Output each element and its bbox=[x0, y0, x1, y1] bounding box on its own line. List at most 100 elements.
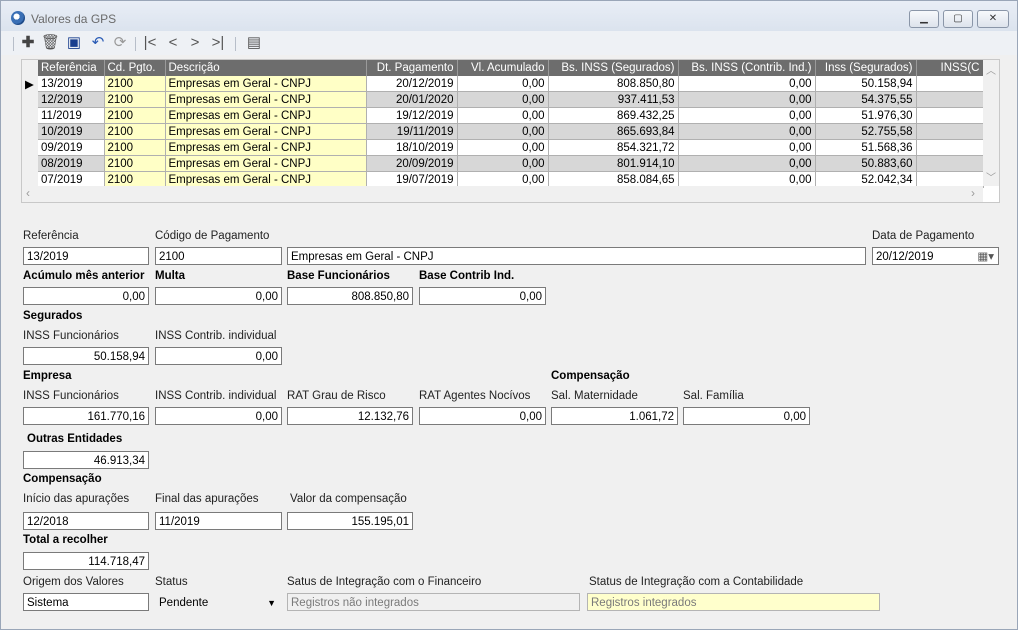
column-header[interactable]: Bs. INSS (Segurados) bbox=[548, 60, 679, 76]
cell-bs-inss-contrib[interactable]: 0,00 bbox=[678, 139, 816, 156]
vertical-scrollbar[interactable]: ︿ ﹀ bbox=[983, 60, 999, 186]
cell-bs-inss-segurados[interactable]: 854.321,72 bbox=[548, 139, 679, 156]
base-contrib-field[interactable]: 0,00 bbox=[419, 287, 546, 305]
scroll-up-icon[interactable]: ︿ bbox=[983, 62, 999, 77]
segurados-inss-contrib-field[interactable]: 0,00 bbox=[155, 347, 282, 365]
cell-referencia[interactable]: 09/2019 bbox=[38, 139, 105, 156]
first-icon[interactable]: |< bbox=[141, 34, 159, 52]
column-header[interactable]: Bs. INSS (Contrib. Ind.) bbox=[678, 60, 816, 76]
gps-grid[interactable]: Referência Cd. Pgto. Descrição Dt. Pagam… bbox=[21, 59, 1000, 203]
cell-inss-c[interactable] bbox=[916, 76, 984, 92]
cell-dt-pagamento[interactable]: 20/12/2019 bbox=[366, 76, 458, 92]
sal-familia-field[interactable]: 0,00 bbox=[683, 407, 810, 425]
cell-bs-inss-contrib[interactable]: 0,00 bbox=[678, 91, 816, 108]
cell-bs-inss-contrib[interactable]: 0,00 bbox=[678, 123, 816, 140]
scroll-left-icon[interactable]: ‹ bbox=[26, 186, 30, 200]
cell-inss-segurados[interactable]: 51.568,36 bbox=[815, 139, 917, 156]
scroll-down-icon[interactable]: ﹀ bbox=[983, 169, 999, 184]
cell-cd-pgto[interactable]: 2100 bbox=[104, 155, 166, 172]
cell-cd-pgto[interactable]: 2100 bbox=[104, 123, 166, 140]
undo-icon[interactable]: ↶ bbox=[89, 34, 107, 52]
maximize-button[interactable]: ▢ bbox=[943, 10, 973, 28]
cell-descricao[interactable]: Empresas em Geral - CNPJ bbox=[165, 155, 367, 172]
codigo-pagamento-field[interactable]: 2100 bbox=[155, 247, 282, 265]
cell-inss-c[interactable] bbox=[916, 123, 984, 140]
calendar-dropdown-icon[interactable]: ▦▾ bbox=[977, 248, 994, 264]
cell-referencia[interactable]: 13/2019 bbox=[38, 76, 105, 92]
report-icon[interactable]: ▤ bbox=[245, 34, 263, 52]
cell-inss-c[interactable] bbox=[916, 91, 984, 108]
cell-referencia[interactable]: 08/2019 bbox=[38, 155, 105, 172]
cell-inss-c[interactable] bbox=[916, 155, 984, 172]
multa-field[interactable]: 0,00 bbox=[155, 287, 282, 305]
save-icon[interactable]: ▣ bbox=[65, 34, 83, 52]
cell-cd-pgto[interactable]: 2100 bbox=[104, 76, 166, 92]
table-row[interactable]: ▶ 13/2019 2100 Empresas em Geral - CNPJ … bbox=[22, 76, 984, 92]
final-apuracoes-field[interactable]: 11/2019 bbox=[155, 512, 282, 530]
cell-bs-inss-contrib[interactable]: 0,00 bbox=[678, 76, 816, 92]
delete-icon[interactable]: 🗑 bbox=[41, 34, 60, 52]
segurados-inss-func-field[interactable]: 50.158,94 bbox=[23, 347, 149, 365]
column-header[interactable]: Vl. Acumulado bbox=[457, 60, 549, 76]
codigo-descricao-field[interactable]: Empresas em Geral - CNPJ bbox=[287, 247, 866, 265]
cell-inss-segurados[interactable]: 52.755,58 bbox=[815, 123, 917, 140]
table-row[interactable]: 11/2019 2100 Empresas em Geral - CNPJ 19… bbox=[22, 107, 984, 124]
cell-bs-inss-contrib[interactable]: 0,00 bbox=[678, 107, 816, 124]
table-row[interactable]: 09/2019 2100 Empresas em Geral - CNPJ 18… bbox=[22, 139, 984, 156]
cell-vl-acumulado[interactable]: 0,00 bbox=[457, 91, 549, 108]
cell-bs-inss-segurados[interactable]: 801.914,10 bbox=[548, 155, 679, 172]
empresa-inss-func-field[interactable]: 161.770,16 bbox=[23, 407, 149, 425]
cell-descricao[interactable]: Empresas em Geral - CNPJ bbox=[165, 76, 367, 92]
cell-referencia[interactable]: 11/2019 bbox=[38, 107, 105, 124]
cell-inss-segurados[interactable]: 50.158,94 bbox=[815, 76, 917, 92]
table-row[interactable]: 10/2019 2100 Empresas em Geral - CNPJ 19… bbox=[22, 123, 984, 140]
cell-vl-acumulado[interactable]: 0,00 bbox=[457, 123, 549, 140]
minimize-button[interactable]: ▁ bbox=[909, 10, 939, 28]
referencia-field[interactable]: 13/2019 bbox=[23, 247, 149, 265]
acumulo-field[interactable]: 0,00 bbox=[23, 287, 149, 305]
cell-descricao[interactable]: Empresas em Geral - CNPJ bbox=[165, 123, 367, 140]
rat-agentes-field[interactable]: 0,00 bbox=[419, 407, 546, 425]
cell-referencia[interactable]: 10/2019 bbox=[38, 123, 105, 140]
table-row[interactable]: 08/2019 2100 Empresas em Geral - CNPJ 20… bbox=[22, 155, 984, 172]
column-header[interactable]: INSS(C bbox=[916, 60, 984, 76]
refresh-icon[interactable]: ⟳ bbox=[111, 34, 129, 52]
cell-cd-pgto[interactable]: 2100 bbox=[104, 107, 166, 124]
cell-referencia[interactable]: 12/2019 bbox=[38, 91, 105, 108]
cell-bs-inss-segurados[interactable]: 865.693,84 bbox=[548, 123, 679, 140]
empresa-inss-contrib-field[interactable]: 0,00 bbox=[155, 407, 282, 425]
sal-maternidade-field[interactable]: 1.061,72 bbox=[551, 407, 678, 425]
cell-inss-c[interactable] bbox=[916, 139, 984, 156]
previous-icon[interactable]: < bbox=[164, 34, 182, 52]
cell-bs-inss-segurados[interactable]: 937.411,53 bbox=[548, 91, 679, 108]
total-recolher-field[interactable]: 114.718,47 bbox=[23, 552, 149, 570]
inicio-apuracoes-field[interactable]: 12/2018 bbox=[23, 512, 149, 530]
next-icon[interactable]: > bbox=[186, 34, 204, 52]
valor-compensacao-field[interactable]: 155.195,01 bbox=[287, 512, 413, 530]
scroll-right-icon[interactable]: › bbox=[971, 186, 975, 200]
close-button[interactable]: ✕ bbox=[977, 10, 1009, 28]
column-header[interactable]: Referência bbox=[38, 60, 105, 76]
column-header[interactable]: Inss (Segurados) bbox=[815, 60, 917, 76]
cell-bs-inss-segurados[interactable]: 808.850,80 bbox=[548, 76, 679, 92]
column-header[interactable]: Dt. Pagamento bbox=[366, 60, 458, 76]
cell-dt-pagamento[interactable]: 19/12/2019 bbox=[366, 107, 458, 124]
cell-bs-inss-segurados[interactable]: 869.432,25 bbox=[548, 107, 679, 124]
cell-cd-pgto[interactable]: 2100 bbox=[104, 91, 166, 108]
origem-valores-field[interactable]: Sistema bbox=[23, 593, 149, 611]
rat-grau-risco-field[interactable]: 12.132,76 bbox=[287, 407, 413, 425]
cell-dt-pagamento[interactable]: 20/09/2019 bbox=[366, 155, 458, 172]
column-header[interactable]: Cd. Pgto. bbox=[104, 60, 166, 76]
chevron-down-icon[interactable]: ▼ bbox=[267, 594, 276, 610]
cell-dt-pagamento[interactable]: 20/01/2020 bbox=[366, 91, 458, 108]
cell-bs-inss-contrib[interactable]: 0,00 bbox=[678, 155, 816, 172]
cell-inss-segurados[interactable]: 54.375,55 bbox=[815, 91, 917, 108]
cell-vl-acumulado[interactable]: 0,00 bbox=[457, 76, 549, 92]
table-row[interactable]: 12/2019 2100 Empresas em Geral - CNPJ 20… bbox=[22, 91, 984, 108]
cell-inss-c[interactable] bbox=[916, 107, 984, 124]
cell-dt-pagamento[interactable]: 18/10/2019 bbox=[366, 139, 458, 156]
cell-cd-pgto[interactable]: 2100 bbox=[104, 139, 166, 156]
horizontal-scrollbar[interactable]: ‹ › bbox=[22, 186, 983, 202]
cell-descricao[interactable]: Empresas em Geral - CNPJ bbox=[165, 139, 367, 156]
outras-entidades-field[interactable]: 46.913,34 bbox=[23, 451, 149, 469]
